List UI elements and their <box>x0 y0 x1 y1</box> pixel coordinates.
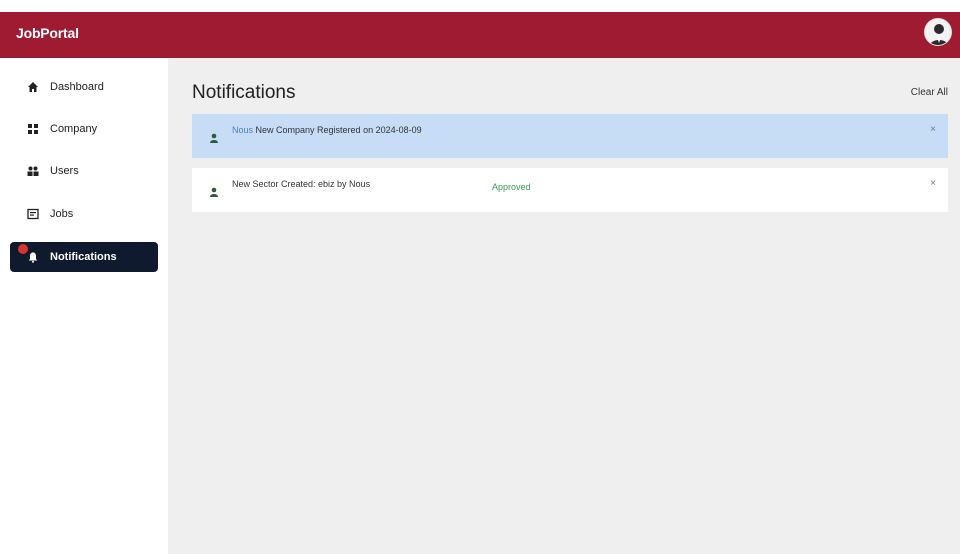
sidebar-item-users[interactable]: Users <box>10 156 158 186</box>
brand-logo[interactable]: JobPortal <box>16 25 79 41</box>
sidebar-item-jobs[interactable]: Jobs <box>10 199 158 229</box>
main-content: Notifications Clear All Nous New Company… <box>168 58 960 554</box>
avatar[interactable] <box>924 18 952 46</box>
sidebar-item-label: Company <box>50 123 98 135</box>
user-avatar-icon <box>930 24 948 45</box>
dismiss-notification-button[interactable]: × <box>930 178 936 189</box>
bell-icon <box>26 250 40 264</box>
notification-message: New Sector Created: ebiz by Nous <box>232 179 371 189</box>
dismiss-notification-button[interactable]: × <box>930 124 936 135</box>
sidebar-item-label: Dashboard <box>50 81 104 93</box>
jobs-icon <box>26 207 40 221</box>
status-badge: Approved <box>492 182 531 192</box>
header-band: JobPortal <box>0 12 960 58</box>
company-icon <box>26 122 40 136</box>
sidebar-item-label: Users <box>50 165 79 177</box>
home-icon <box>26 80 40 94</box>
sidebar: Dashboard Company Users Jobs Notificatio… <box>0 58 168 554</box>
notification-text: Nous New Company Registered on 2024-08-0… <box>232 125 422 135</box>
sidebar-item-label: Jobs <box>50 208 74 220</box>
page-title: Notifications <box>192 82 296 103</box>
sidebar-item-company[interactable]: Company <box>10 114 158 144</box>
notification-item[interactable]: New Sector Created: ebiz by Nous Approve… <box>192 168 948 212</box>
user-icon <box>208 132 220 144</box>
sidebar-item-notifications[interactable]: Notifications <box>10 242 158 272</box>
user-icon <box>208 186 220 198</box>
notification-badge <box>18 244 28 254</box>
notification-user-link[interactable]: Nous <box>232 125 253 135</box>
users-icon <box>26 164 40 178</box>
clear-all-button[interactable]: Clear All <box>911 87 948 98</box>
sidebar-item-label: Notifications <box>50 251 117 263</box>
notification-item[interactable]: Nous New Company Registered on 2024-08-0… <box>192 114 948 158</box>
notification-message: New Company Registered on 2024-08-09 <box>253 125 422 135</box>
top-bar: JobPortal <box>0 0 960 58</box>
sidebar-item-dashboard[interactable]: Dashboard <box>10 72 158 102</box>
